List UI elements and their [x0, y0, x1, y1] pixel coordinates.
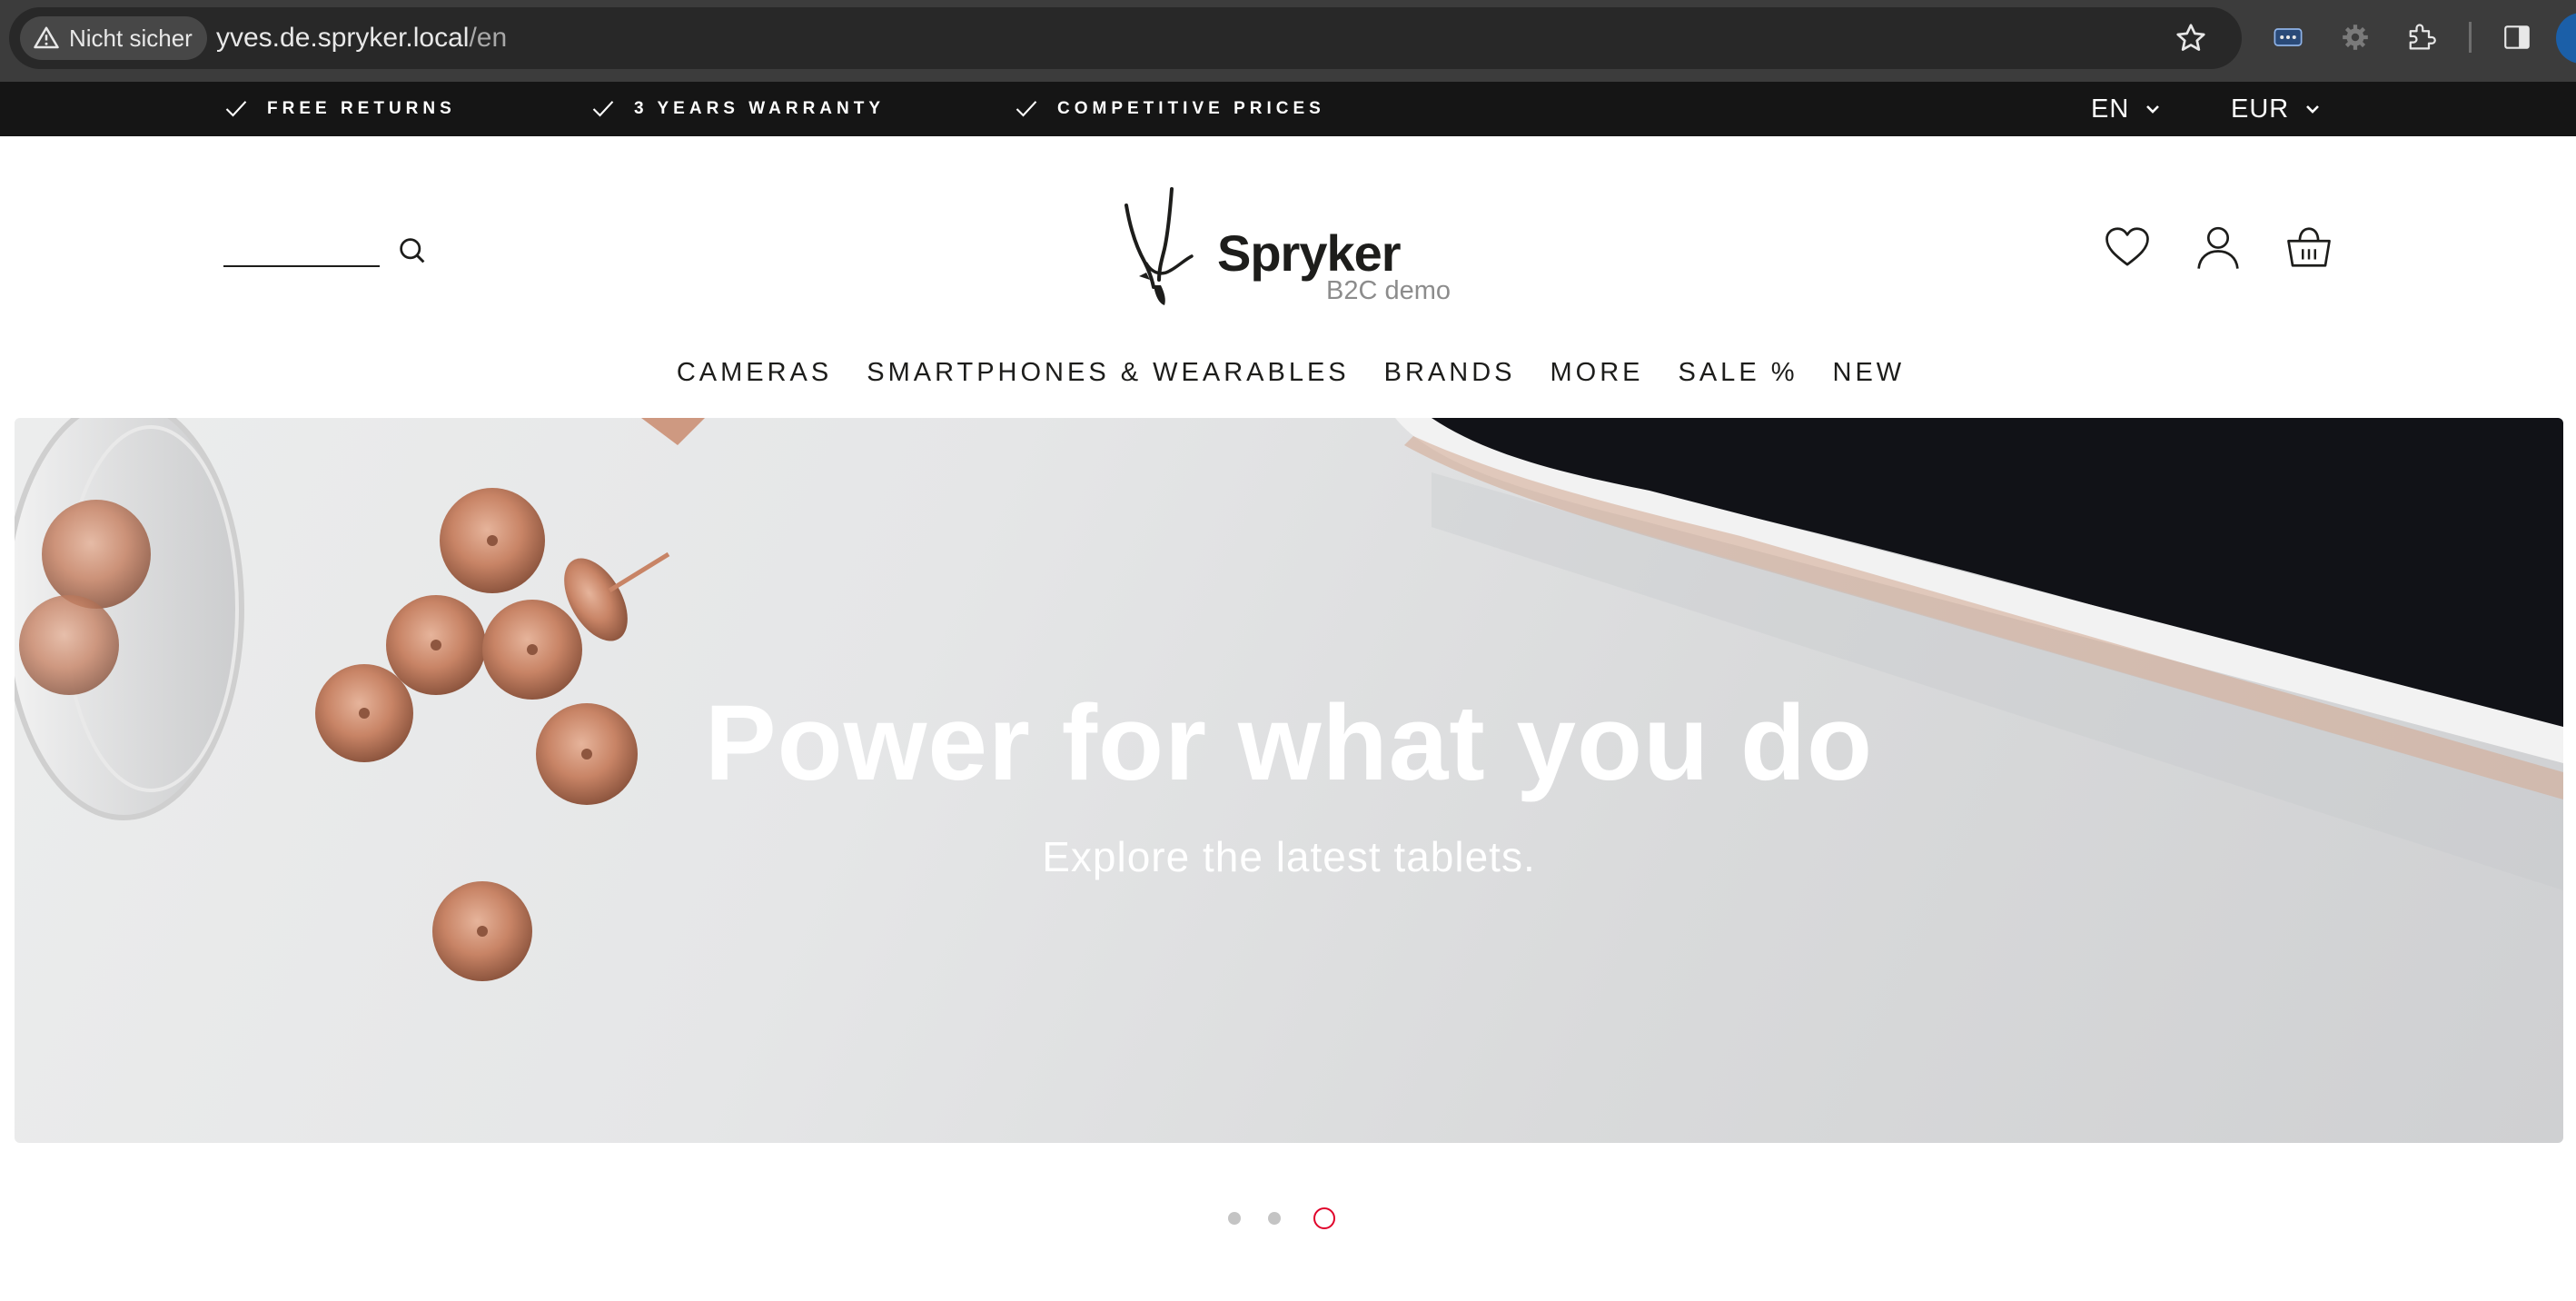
address-bar[interactable]: Nicht sicher yves.de.spryker.local/en [9, 7, 2242, 69]
nav-item-more[interactable]: MORE [1551, 358, 1644, 388]
chevron-down-icon [2306, 105, 2320, 114]
url-host: yves.de.spryker.local [216, 23, 470, 53]
hero-title: Power for what you do [704, 683, 1874, 803]
profile-avatar[interactable] [2556, 13, 2576, 64]
security-label: Nicht sicher [69, 24, 193, 52]
usp-label: COMPETITIVE PRICES [1057, 99, 1325, 118]
user-account-icon[interactable] [2193, 222, 2244, 273]
checkmark-icon [1016, 101, 1037, 117]
slider-pagination [1228, 1205, 1335, 1232]
chevron-down-icon [2146, 105, 2160, 114]
logo-subtitle: B2C demo [1326, 276, 1451, 305]
usp-bar: FREE RETURNS 3 YEARS WARRANTY COMPETITIV… [0, 82, 2576, 136]
usp-label: 3 YEARS WARRANTY [634, 99, 886, 118]
search-form [223, 227, 429, 278]
logo-wordmark: Spryker [1217, 224, 1402, 282]
currency-selector[interactable]: EUR [2231, 82, 2322, 136]
usp-label: FREE RETURNS [267, 99, 456, 118]
url-path: /en [469, 23, 508, 53]
language-selector[interactable]: EN [2091, 82, 2162, 136]
side-panel-icon[interactable] [2498, 18, 2536, 56]
nav-item-cameras[interactable]: CAMERAS [677, 358, 832, 388]
browser-toolbar: Nicht sicher yves.de.spryker.local/en [0, 0, 2576, 82]
extension-gear-icon[interactable] [2336, 18, 2374, 56]
language-value: EN [2091, 94, 2130, 124]
search-input[interactable] [223, 265, 380, 267]
url-text[interactable]: yves.de.spryker.local/en [216, 7, 507, 69]
security-indicator[interactable]: Nicht sicher [20, 16, 207, 60]
usp-warranty: 3 YEARS WARRANTY [590, 82, 885, 136]
slider-dot[interactable] [1268, 1212, 1281, 1225]
main-navigation: CAMERAS SMARTPHONES & WEARABLES BRANDS M… [0, 345, 2576, 400]
wishlist-heart-icon[interactable] [2102, 222, 2153, 273]
search-icon[interactable] [394, 233, 431, 269]
bookmark-star-icon[interactable] [2173, 20, 2209, 56]
checkmark-icon [592, 101, 614, 117]
hero-subtitle: Explore the latest tablets. [1042, 833, 1536, 880]
extensions-puzzle-icon[interactable] [2402, 18, 2440, 56]
currency-value: EUR [2231, 94, 2290, 124]
checkmark-icon [225, 101, 247, 117]
cart-basket-icon[interactable] [2284, 222, 2334, 273]
slider-dot[interactable] [1228, 1212, 1241, 1225]
nav-item-new[interactable]: NEW [1833, 358, 1906, 388]
toolbar-divider [2469, 22, 2472, 53]
slider-dot[interactable] [1313, 1207, 1335, 1229]
usp-free-returns: FREE RETURNS [223, 82, 456, 136]
nav-item-sale[interactable]: SALE % [1679, 358, 1798, 388]
nav-item-smartphones-wearables[interactable]: SMARTPHONES & WEARABLES [867, 358, 1349, 388]
hero-banner[interactable]: Power for what you do Explore the latest… [15, 418, 2563, 1143]
nav-item-brands[interactable]: BRANDS [1384, 358, 1516, 388]
site-logo[interactable]: Spryker B2C demo [1119, 185, 1461, 309]
warning-icon [34, 26, 59, 49]
password-manager-icon[interactable] [2269, 18, 2307, 56]
usp-competitive-prices: COMPETITIVE PRICES [1014, 82, 1325, 136]
antelope-logo-icon [1125, 187, 1194, 305]
